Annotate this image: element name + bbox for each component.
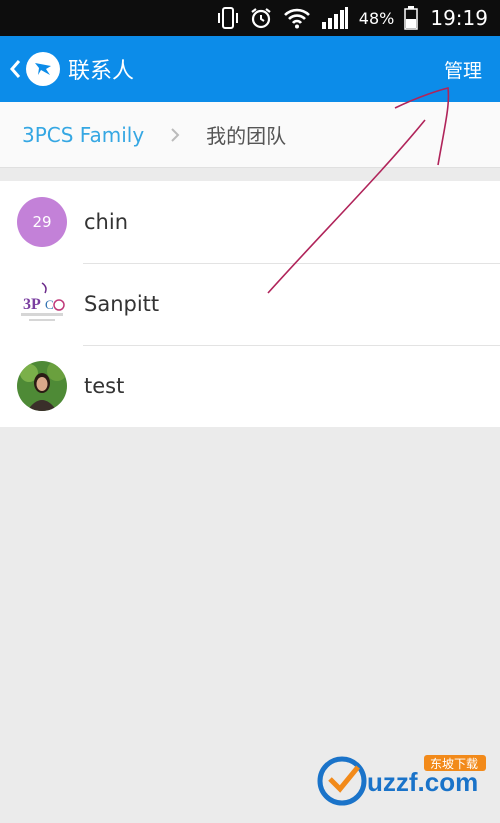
contact-name: chin bbox=[84, 210, 128, 234]
clock: 19:19 bbox=[430, 6, 488, 30]
breadcrumb-current: 我的团队 bbox=[206, 124, 287, 148]
contact-list: 29 chin 3P C Sanpitt test bbox=[0, 181, 500, 427]
alarm-icon bbox=[249, 6, 273, 30]
svg-text:东坡下载: 东坡下载 bbox=[430, 757, 478, 771]
avatar: 29 bbox=[17, 197, 67, 247]
breadcrumb-root-link[interactable]: 3PCS Family bbox=[22, 123, 144, 147]
avatar bbox=[17, 361, 67, 411]
status-bar: 48% 19:19 bbox=[0, 0, 500, 36]
svg-text:C: C bbox=[45, 297, 54, 312]
list-item[interactable]: 29 chin bbox=[0, 181, 500, 263]
wifi-icon bbox=[283, 7, 311, 29]
chevron-right-icon bbox=[170, 127, 180, 143]
chevron-left-icon[interactable] bbox=[4, 49, 26, 89]
list-item[interactable]: test bbox=[0, 345, 500, 427]
shop-logo-image: 3P C bbox=[21, 282, 65, 321]
contact-name: Sanpitt bbox=[84, 292, 160, 316]
person-photo-image bbox=[17, 361, 67, 411]
svg-text:uzzf.com: uzzf.com bbox=[367, 767, 478, 797]
svg-text:3P: 3P bbox=[23, 296, 41, 313]
uzzf-watermark-logo: uzzf.com 东坡下载 bbox=[317, 755, 486, 806]
avatar-number: 29 bbox=[32, 213, 52, 231]
battery-percent: 48% bbox=[358, 8, 395, 28]
vibrate-icon bbox=[217, 6, 239, 30]
list-item[interactable]: 3P C Sanpitt bbox=[0, 263, 500, 345]
breadcrumb: 3PCS Family 我的团队 bbox=[0, 102, 500, 168]
battery-icon bbox=[404, 6, 419, 30]
app-logo-icon bbox=[26, 52, 60, 86]
app-bar: 联系人 管理 bbox=[0, 36, 500, 102]
avatar: 3P C bbox=[17, 279, 67, 329]
contact-name: test bbox=[84, 374, 125, 398]
page-title: 联系人 bbox=[68, 59, 135, 84]
signal-icon bbox=[321, 6, 349, 30]
manage-button[interactable]: 管理 bbox=[444, 36, 482, 102]
